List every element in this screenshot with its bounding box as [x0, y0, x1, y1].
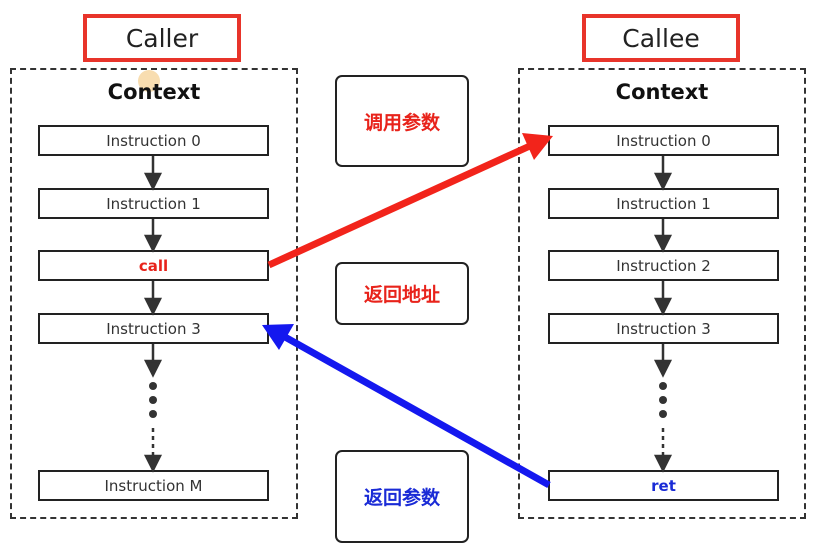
callee-flow-arrows [653, 156, 673, 473]
return-arrow [262, 324, 551, 489]
arrows-layer [143, 133, 673, 489]
call-arrow [267, 133, 553, 269]
caller-flow-arrows [143, 156, 163, 473]
caller-ellipsis-dots [149, 382, 157, 418]
callee-ellipsis-dots [659, 382, 667, 418]
